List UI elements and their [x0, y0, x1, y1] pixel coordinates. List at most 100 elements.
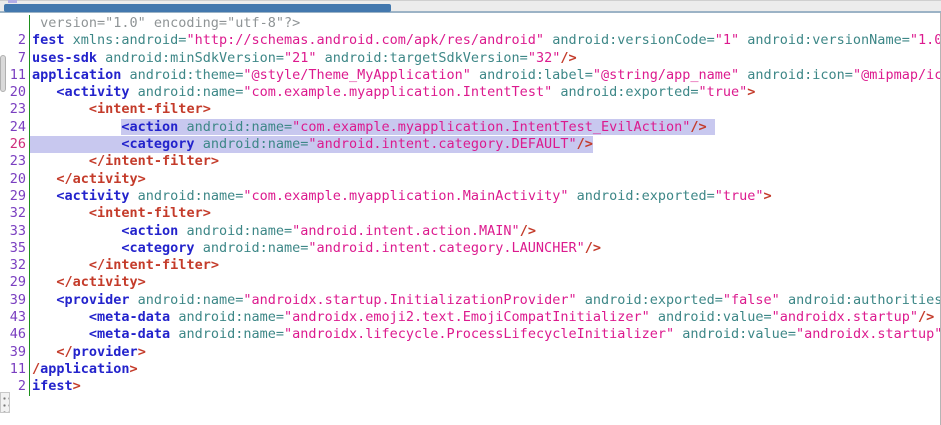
- code-area[interactable]: version="1.0" encoding="utf-8"?>2fest xm…: [0, 13, 940, 425]
- syntax-tag: <meta-data: [89, 326, 170, 342]
- code-line[interactable]: 39 <provider android:name="androidx.star…: [0, 292, 940, 309]
- syntax-str: "android.intent.category.DEFAULT": [308, 136, 576, 152]
- syntax-str: "androidx.startup": [772, 309, 918, 325]
- code-line[interactable]: 20 <activity android:name="com.example.m…: [0, 84, 940, 101]
- line-number: 24: [0, 119, 30, 136]
- syntax-tag: <action: [121, 223, 178, 239]
- code-text: <category android:name="android.intent.c…: [30, 240, 601, 257]
- vertical-scrollbar-thumb[interactable]: [0, 55, 6, 92]
- code-line[interactable]: 11application android:theme="@style/Them…: [0, 67, 940, 84]
- syntax-attr: android:icon=: [739, 67, 853, 83]
- horizontal-scrollbar[interactable]: [0, 0, 941, 13]
- code-line[interactable]: 24 <action android:name="com.example.mya…: [0, 119, 940, 136]
- syntax-punc: />: [585, 240, 601, 256]
- syntax-sp: [32, 101, 89, 117]
- code-line[interactable]: 23 <intent-filter>: [0, 101, 940, 118]
- line-number: 46: [0, 326, 30, 343]
- code-line[interactable]: 35 <category android:name="android.inten…: [0, 240, 940, 257]
- syntax-punc: </: [56, 344, 72, 360]
- horizontal-scrollbar-thumb[interactable]: [4, 4, 391, 12]
- code-line[interactable]: 32 <intent-filter>: [0, 205, 940, 222]
- line-number: 39: [0, 344, 30, 361]
- code-line[interactable]: 43 <meta-data android:name="androidx.emo…: [0, 309, 940, 326]
- syntax-str: "@style/Theme_MyApplication": [243, 67, 471, 83]
- syntax-tag: <action: [121, 119, 178, 135]
- syntax-punc: >: [764, 188, 772, 204]
- code-line[interactable]: 26 <category android:name="android.inten…: [0, 136, 940, 153]
- syntax-tag: application: [40, 361, 129, 377]
- syntax-attr: android:name=: [130, 84, 244, 100]
- syntax-sp: [32, 274, 56, 290]
- code-text: uses-sdk android:minSdkVersion="21" andr…: [30, 50, 577, 67]
- code-line[interactable]: 11/application>: [0, 361, 940, 378]
- code-text: <meta-data android:name="androidx.lifecy…: [30, 326, 940, 343]
- syntax-str: "androidx.lifecycle.ProcessLifecycleInit…: [284, 326, 674, 342]
- code-line[interactable]: 29 </activity>: [0, 274, 940, 291]
- syntax-str: "androidx.startup.InitializationProvider…: [243, 292, 576, 308]
- code-text: <intent-filter>: [30, 205, 211, 222]
- toolbar-fragment: [8, 0, 17, 3]
- syntax-punc: /: [32, 361, 40, 377]
- syntax-str: "android.intent.category.LAUNCHER": [308, 240, 584, 256]
- code-text: </activity>: [30, 274, 146, 291]
- code-text: /application>: [30, 361, 138, 378]
- syntax-str: "http://schemas.android.com/apk/res/andr…: [186, 32, 544, 48]
- syntax-str: "21": [284, 50, 317, 66]
- code-text: <action android:name="com.example.myappl…: [30, 119, 715, 136]
- line-number: 33: [0, 223, 30, 240]
- code-line[interactable]: 46 <meta-data android:name="androidx.lif…: [0, 326, 940, 343]
- code-line[interactable]: 29 <activity android:name="com.example.m…: [0, 188, 940, 205]
- line-number: 20: [0, 171, 30, 188]
- code-text: <intent-filter>: [30, 101, 211, 118]
- syntax-sp: [32, 119, 121, 135]
- syntax-sp: [32, 292, 56, 308]
- line-number: 39: [0, 292, 30, 309]
- line-number: 43: [0, 309, 30, 326]
- syntax-str: "androidx.startup": [796, 326, 940, 342]
- scrollbar-grip-icon[interactable]: [0, 392, 10, 413]
- syntax-str: "android.intent.action.MAIN": [292, 223, 520, 239]
- syntax-punc: />: [520, 223, 536, 239]
- line-number: 29: [0, 274, 30, 291]
- syntax-tag: provider: [73, 344, 138, 360]
- syntax-punc: />: [690, 119, 706, 135]
- line-number: 29: [0, 188, 30, 205]
- syntax-rtag: </intent-filter>: [89, 257, 219, 273]
- code-line[interactable]: 7uses-sdk android:minSdkVersion="21" and…: [0, 50, 940, 67]
- code-line[interactable]: version="1.0" encoding="utf-8"?>: [0, 15, 940, 32]
- syntax-tag: <category: [121, 240, 194, 256]
- syntax-attr: android:name=: [195, 240, 309, 256]
- syntax-sp: [32, 171, 56, 187]
- syntax-attr: android:theme=: [121, 67, 243, 83]
- syntax-attr: android:value=: [674, 326, 796, 342]
- syntax-rtag: </activity>: [56, 274, 145, 290]
- code-text: ifest>: [30, 378, 81, 395]
- syntax-str: "32": [528, 50, 561, 66]
- syntax-attr: android:exported=: [552, 84, 698, 100]
- syntax-attr: xmlns:android=: [65, 32, 187, 48]
- syntax-sp: [32, 257, 89, 273]
- syntax-str: "1": [715, 32, 739, 48]
- syntax-attr: android:targetSdkVersion=: [316, 50, 527, 66]
- syntax-str: "true": [699, 84, 748, 100]
- code-line[interactable]: 23 </intent-filter>: [0, 153, 940, 170]
- syntax-sp: [32, 223, 121, 239]
- code-line[interactable]: 2ifest>: [0, 378, 940, 395]
- code-text: <activity android:name="com.example.myap…: [30, 188, 772, 205]
- syntax-sp: [32, 205, 89, 221]
- syntax-rtag: </activity>: [56, 171, 145, 187]
- code-text: </intent-filter>: [30, 153, 219, 170]
- line-number: 2: [0, 32, 30, 49]
- code-line[interactable]: 2fest xmlns:android="http://schemas.andr…: [0, 32, 940, 49]
- code-line[interactable]: 39 </provider>: [0, 344, 940, 361]
- code-line[interactable]: 33 <action android:name="android.intent.…: [0, 223, 940, 240]
- syntax-str: "com.example.myapplication.MainActivity": [243, 188, 568, 204]
- code-text: fest xmlns:android="http://schemas.andro…: [30, 32, 940, 49]
- code-line[interactable]: 32 </intent-filter>: [0, 257, 940, 274]
- syntax-attr: android:name=: [130, 188, 244, 204]
- code-line[interactable]: 20 </activity>: [0, 171, 940, 188]
- syntax-attr: android:exported=: [568, 188, 714, 204]
- syntax-str: "com.example.myapplication.IntentTest_Ev…: [292, 119, 690, 135]
- code-text: <provider android:name="androidx.startup…: [30, 292, 940, 309]
- syntax-attr: android:label=: [471, 67, 593, 83]
